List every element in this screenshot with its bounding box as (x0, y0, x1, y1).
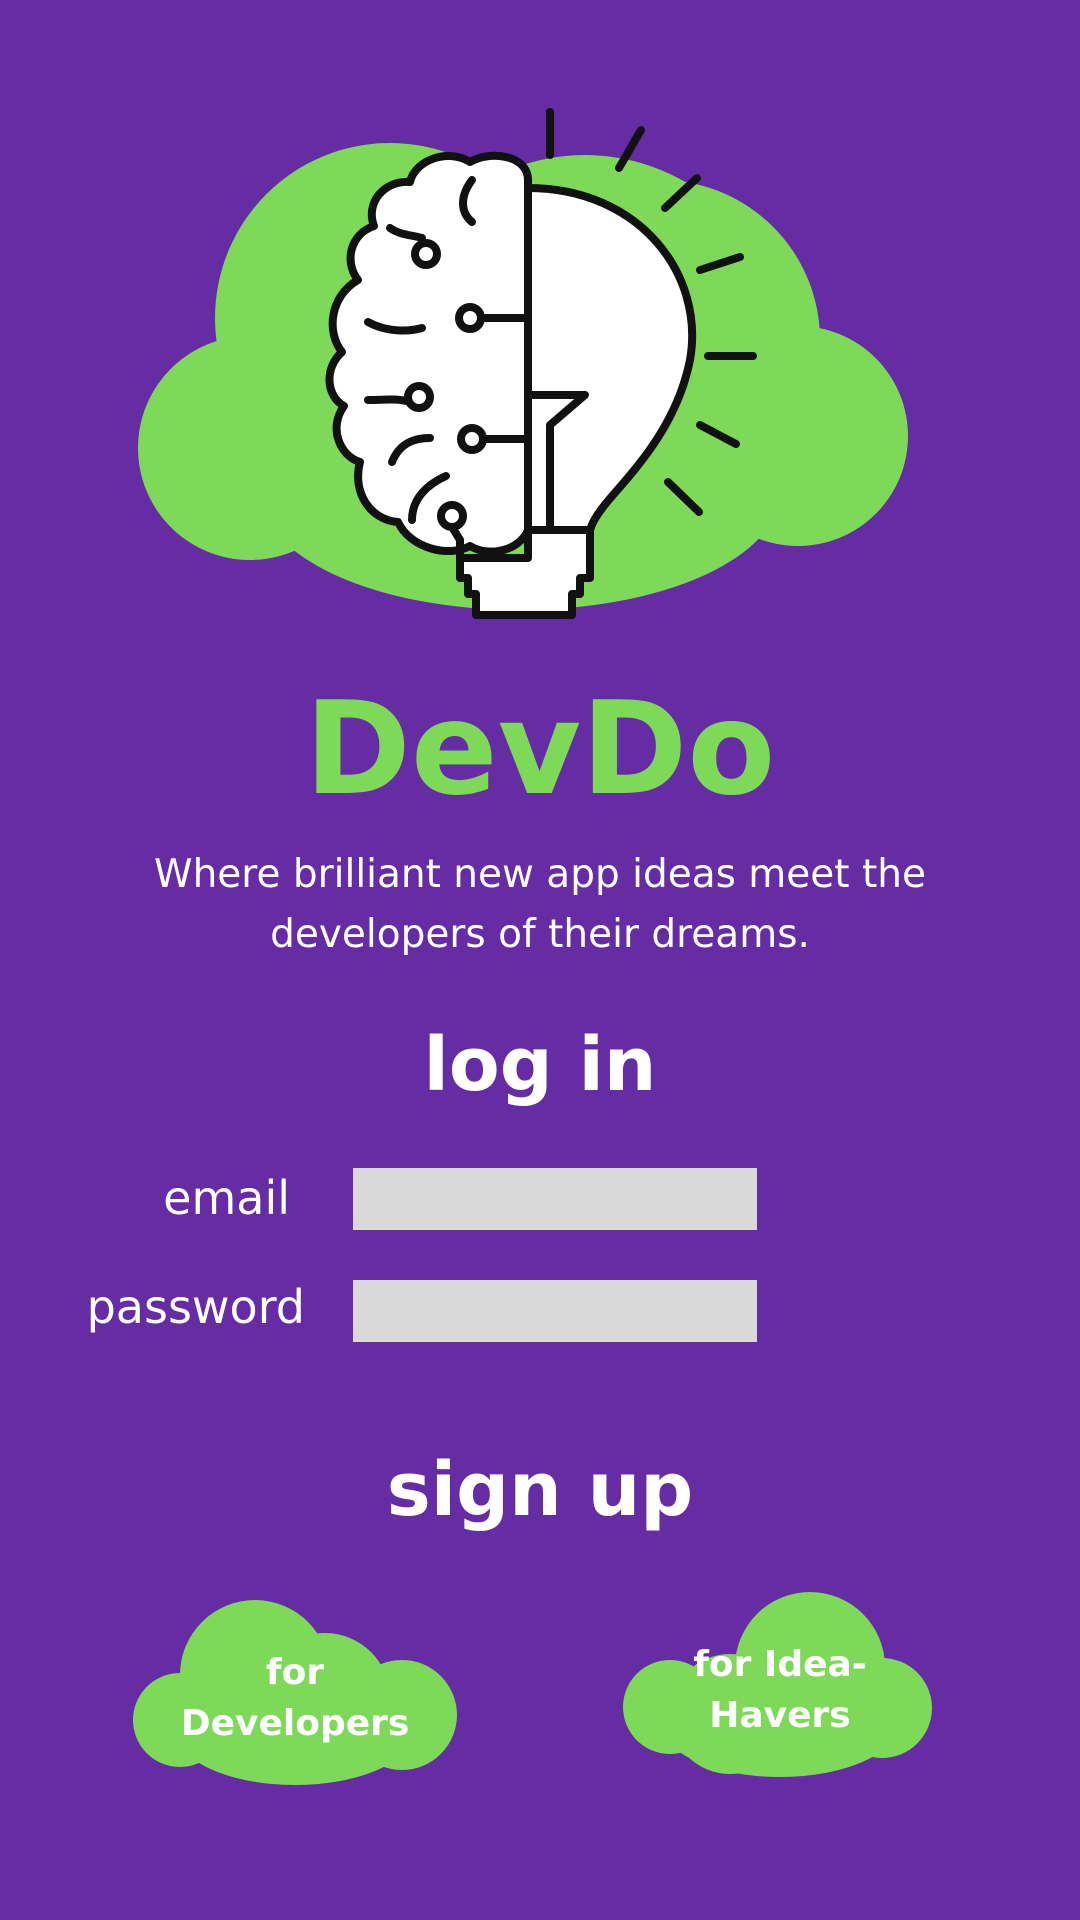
signup-developers-button[interactable]: for Developers (130, 1600, 460, 1800)
app-title: DevDo (304, 675, 776, 824)
signup-idea-havers-button[interactable]: for Idea- Havers (615, 1592, 945, 1792)
signup-idea-havers-label-line-2: Havers (709, 1695, 851, 1736)
signup-developers-label-line-1: for (265, 1652, 325, 1693)
signup-developers-label-line-2: Developers (180, 1703, 410, 1744)
signup-idea-havers-label-line-1: for Idea- (693, 1644, 867, 1685)
tagline-line-1: Where brilliant new app ideas meet the (154, 852, 926, 897)
email-label: email (163, 1171, 290, 1225)
login-heading: log in (423, 1022, 657, 1108)
hero-illustration (130, 100, 920, 640)
tagline-line-2: developers of their dreams. (270, 912, 810, 957)
signup-heading: sign up (386, 1447, 694, 1533)
brain-lightbulb-icon (138, 108, 908, 619)
password-label: password (86, 1280, 305, 1334)
password-field[interactable] (353, 1280, 757, 1342)
tagline: Where brilliant new app ideas meet the d… (90, 845, 990, 965)
signup-idea-havers-label: for Idea- Havers (615, 1639, 945, 1741)
email-field[interactable] (353, 1168, 757, 1230)
signup-developers-label: for Developers (130, 1647, 460, 1749)
